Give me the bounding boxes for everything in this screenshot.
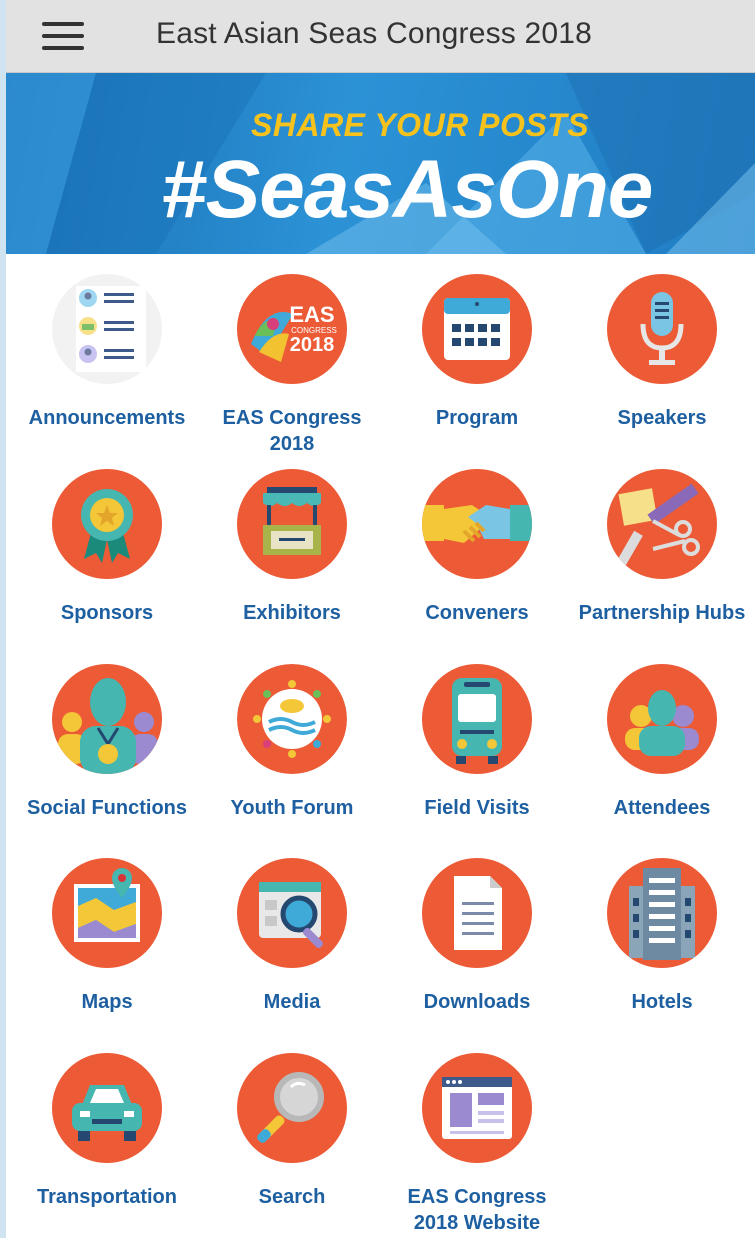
menu-item-label: Field Visits xyxy=(424,797,530,819)
media-magnifier-icon xyxy=(237,858,347,968)
menu-item-label: Social Functions xyxy=(26,797,188,819)
people-medal-icon xyxy=(52,664,162,774)
menu-item-label: Transportation xyxy=(36,1186,177,1208)
menu-item-label: EAS Congress 2018 xyxy=(222,407,362,455)
menu-item-label: EAS Congress 2018 Website xyxy=(407,1186,547,1234)
menu-item-label: Attendees xyxy=(613,797,711,819)
menu-item-label: Search xyxy=(258,1186,326,1208)
menu-item-conveners[interactable]: Conveners xyxy=(384,469,570,659)
attendees-group-icon xyxy=(607,664,717,774)
menu-item-announcements[interactable]: Announcements xyxy=(14,274,200,464)
menu-item-transportation[interactable]: Transportation xyxy=(14,1053,200,1238)
page-title: East Asian Seas Congress 2018 xyxy=(156,17,593,50)
menu-item-attendees[interactable]: Attendees xyxy=(569,664,755,854)
menu-item-label: Program xyxy=(435,407,519,429)
search-icon xyxy=(237,1053,347,1163)
menu-item-label: Downloads xyxy=(423,991,531,1013)
menu-item-label: Announcements xyxy=(28,407,186,429)
menu-item-youth-forum[interactable]: Youth Forum xyxy=(199,664,385,854)
menu-item-media[interactable]: Media xyxy=(199,858,385,1048)
microphone-icon xyxy=(607,274,717,384)
booth-stand-icon xyxy=(237,469,347,579)
map-pin-icon xyxy=(52,858,162,968)
hamburger-menu-icon[interactable] xyxy=(42,22,84,50)
website-browser-icon xyxy=(422,1053,532,1163)
calendar-icon xyxy=(422,274,532,384)
menu-item-downloads[interactable]: Downloads xyxy=(384,858,570,1048)
document-icon xyxy=(422,858,532,968)
youth-forum-logo-icon xyxy=(237,664,347,774)
menu-item-hotels[interactable]: Hotels xyxy=(569,858,755,1048)
seas-as-one-banner[interactable]: SHARE YOUR POSTS #SeasAsOne xyxy=(6,73,755,254)
banner-subtitle: SHARE YOUR POSTS xyxy=(251,107,590,143)
menu-item-label: Partnership Hubs xyxy=(578,602,746,624)
announcements-list-icon xyxy=(52,274,162,384)
menu-item-label: Maps xyxy=(81,991,133,1013)
craft-tools-icon xyxy=(607,469,717,579)
menu-item-sponsors[interactable]: Sponsors xyxy=(14,469,200,659)
bus-icon xyxy=(422,664,532,774)
hotel-building-icon xyxy=(607,858,717,968)
eas-logo-year: 2018 xyxy=(289,334,335,356)
eas-congress-logo-icon: EAS CONGRESS 2018 xyxy=(237,274,347,384)
menu-item-maps[interactable]: Maps xyxy=(14,858,200,1048)
handshake-icon xyxy=(422,469,532,579)
menu-item-partnership-hubs[interactable]: Partnership Hubs xyxy=(569,469,755,659)
eas-logo-text: EAS xyxy=(289,302,335,327)
menu-item-label: Youth Forum xyxy=(230,797,354,819)
menu-item-eas-congress-2018[interactable]: EAS CONGRESS 2018 EAS Congress 2018 xyxy=(199,274,385,464)
menu-item-speakers[interactable]: Speakers xyxy=(569,274,755,464)
banner-hashtag: #SeasAsOne xyxy=(161,144,653,235)
car-icon xyxy=(52,1053,162,1163)
menu-item-label: Speakers xyxy=(617,407,707,429)
menu-item-program[interactable]: Program xyxy=(384,274,570,464)
menu-item-field-visits[interactable]: Field Visits xyxy=(384,664,570,854)
menu-item-label: Hotels xyxy=(631,991,693,1013)
menu-item-label: Conveners xyxy=(425,602,529,624)
menu-item-label: Exhibitors xyxy=(243,602,341,624)
menu-item-label: Sponsors xyxy=(60,602,154,624)
top-bar: East Asian Seas Congress 2018 xyxy=(6,0,755,73)
menu-item-eas-congress-website[interactable]: EAS Congress 2018 Website xyxy=(384,1053,570,1238)
menu-item-exhibitors[interactable]: Exhibitors xyxy=(199,469,385,659)
menu-item-label: Media xyxy=(263,991,321,1013)
award-ribbon-icon xyxy=(52,469,162,579)
menu-item-search[interactable]: Search xyxy=(199,1053,385,1238)
menu-item-social-functions[interactable]: Social Functions xyxy=(14,664,200,854)
app-screen: East Asian Seas Congress 2018 SHARE YOUR… xyxy=(6,0,755,1238)
